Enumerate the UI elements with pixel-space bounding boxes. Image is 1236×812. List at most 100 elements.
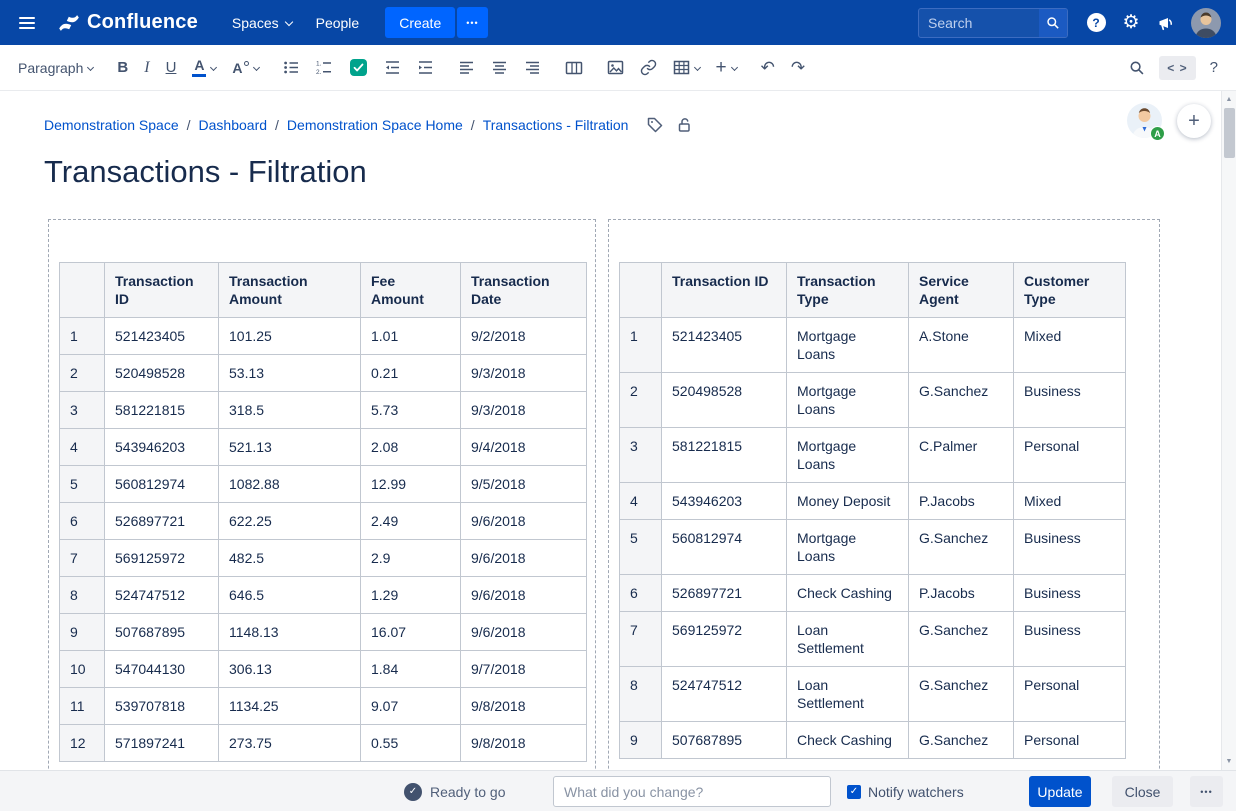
- scrollbar-thumb[interactable]: [1224, 108, 1235, 158]
- scroll-down-arrow[interactable]: ▼: [1222, 754, 1236, 769]
- data-cell[interactable]: 5.73: [361, 392, 461, 429]
- data-cell[interactable]: 521423405: [105, 318, 219, 355]
- column-header[interactable]: Fee Amount: [361, 263, 461, 318]
- data-cell[interactable]: 507687895: [662, 722, 787, 759]
- data-cell[interactable]: 12.99: [361, 466, 461, 503]
- breadcrumb-link[interactable]: Dashboard: [199, 117, 268, 133]
- data-cell[interactable]: 646.5: [219, 577, 361, 614]
- data-cell[interactable]: 1082.88: [219, 466, 361, 503]
- row-number-cell[interactable]: 8: [620, 667, 662, 722]
- help-icon[interactable]: ?: [1082, 9, 1110, 37]
- data-cell[interactable]: 9/7/2018: [461, 651, 587, 688]
- data-cell[interactable]: Money Deposit: [787, 483, 909, 520]
- nav-spaces[interactable]: Spaces: [220, 9, 304, 37]
- data-cell[interactable]: 526897721: [662, 575, 787, 612]
- data-cell[interactable]: G.Sanchez: [909, 373, 1014, 428]
- row-number-cell[interactable]: 11: [60, 688, 105, 725]
- data-cell[interactable]: 273.75: [219, 725, 361, 762]
- source-editor-button[interactable]: < >: [1159, 56, 1195, 80]
- data-cell[interactable]: 9/2/2018: [461, 318, 587, 355]
- data-cell[interactable]: 9.07: [361, 688, 461, 725]
- italic-button[interactable]: I: [144, 60, 149, 76]
- data-cell[interactable]: 9/6/2018: [461, 503, 587, 540]
- change-comment-input[interactable]: [553, 776, 831, 807]
- create-button[interactable]: Create: [385, 7, 455, 38]
- footer-more-button[interactable]: •••: [1190, 776, 1223, 807]
- data-cell[interactable]: Mixed: [1014, 483, 1126, 520]
- row-number-cell[interactable]: 3: [60, 392, 105, 429]
- data-cell[interactable]: 2.49: [361, 503, 461, 540]
- data-cell[interactable]: Loan Settlement: [787, 667, 909, 722]
- indent-button[interactable]: [417, 59, 434, 76]
- breadcrumb-link[interactable]: Transactions - Filtration: [483, 117, 629, 133]
- data-cell[interactable]: 507687895: [105, 614, 219, 651]
- paragraph-style-dropdown[interactable]: Paragraph: [18, 61, 93, 75]
- data-cell[interactable]: A.Stone: [909, 318, 1014, 373]
- close-button[interactable]: Close: [1112, 776, 1173, 807]
- row-number-cell[interactable]: 10: [60, 651, 105, 688]
- data-cell[interactable]: 543946203: [105, 429, 219, 466]
- column-header[interactable]: Transaction ID: [105, 263, 219, 318]
- data-cell[interactable]: 9/4/2018: [461, 429, 587, 466]
- outdent-button[interactable]: [384, 59, 401, 76]
- data-cell[interactable]: 560812974: [105, 466, 219, 503]
- data-cell[interactable]: 0.55: [361, 725, 461, 762]
- data-cell[interactable]: Check Cashing: [787, 575, 909, 612]
- insert-table-button[interactable]: [673, 59, 700, 76]
- row-number-cell[interactable]: 7: [60, 540, 105, 577]
- breadcrumb-link[interactable]: Demonstration Space Home: [287, 117, 463, 133]
- align-left-button[interactable]: [458, 59, 475, 76]
- task-list-button[interactable]: [349, 58, 368, 77]
- data-cell[interactable]: 622.25: [219, 503, 361, 540]
- data-cell[interactable]: 53.13: [219, 355, 361, 392]
- data-cell[interactable]: Personal: [1014, 722, 1126, 759]
- row-number-cell[interactable]: 5: [620, 520, 662, 575]
- column-header[interactable]: Service Agent: [909, 263, 1014, 318]
- data-cell[interactable]: 571897241: [105, 725, 219, 762]
- data-cell[interactable]: 9/3/2018: [461, 355, 587, 392]
- vertical-scrollbar[interactable]: ▲ ▼: [1221, 91, 1236, 770]
- text-color-button[interactable]: A: [192, 58, 216, 77]
- data-cell[interactable]: 9/3/2018: [461, 392, 587, 429]
- data-cell[interactable]: 9/8/2018: [461, 688, 587, 725]
- data-cell[interactable]: 0.21: [361, 355, 461, 392]
- row-number-cell[interactable]: 4: [60, 429, 105, 466]
- data-cell[interactable]: 9/6/2018: [461, 614, 587, 651]
- data-cell[interactable]: 318.5: [219, 392, 361, 429]
- data-cell[interactable]: 521.13: [219, 429, 361, 466]
- data-cell[interactable]: 539707818: [105, 688, 219, 725]
- data-cell[interactable]: Business: [1014, 520, 1126, 575]
- data-cell[interactable]: Check Cashing: [787, 722, 909, 759]
- data-cell[interactable]: 1148.13: [219, 614, 361, 651]
- data-cell[interactable]: P.Jacobs: [909, 483, 1014, 520]
- undo-button[interactable]: ↶: [761, 59, 775, 76]
- align-right-button[interactable]: [524, 59, 541, 76]
- data-cell[interactable]: Mortgage Loans: [787, 428, 909, 483]
- data-cell[interactable]: G.Sanchez: [909, 667, 1014, 722]
- nav-people[interactable]: People: [304, 9, 372, 37]
- row-number-cell[interactable]: 1: [60, 318, 105, 355]
- data-cell[interactable]: 482.5: [219, 540, 361, 577]
- data-cell[interactable]: Business: [1014, 612, 1126, 667]
- data-cell[interactable]: 2.08: [361, 429, 461, 466]
- row-number-cell[interactable]: 7: [620, 612, 662, 667]
- data-cell[interactable]: Business: [1014, 575, 1126, 612]
- find-replace-button[interactable]: [1129, 60, 1145, 76]
- numbered-list-button[interactable]: 1.2.: [316, 59, 333, 76]
- data-cell[interactable]: 520498528: [662, 373, 787, 428]
- data-cell[interactable]: 1.29: [361, 577, 461, 614]
- breadcrumb-link[interactable]: Demonstration Space: [44, 117, 179, 133]
- column-header[interactable]: [60, 263, 105, 318]
- app-menu-icon[interactable]: [15, 13, 39, 33]
- data-cell[interactable]: 547044130: [105, 651, 219, 688]
- data-cell[interactable]: 524747512: [105, 577, 219, 614]
- data-cell[interactable]: 569125972: [662, 612, 787, 667]
- page-title[interactable]: Transactions - Filtration: [44, 154, 1221, 190]
- row-number-cell[interactable]: 6: [620, 575, 662, 612]
- checkbox-checked-icon[interactable]: ✓: [847, 785, 861, 799]
- confluence-logo[interactable]: Confluence: [57, 11, 198, 35]
- column-header[interactable]: Transaction Amount: [219, 263, 361, 318]
- create-more-button[interactable]: •••: [457, 7, 487, 38]
- data-cell[interactable]: 569125972: [105, 540, 219, 577]
- bold-button[interactable]: B: [117, 60, 128, 75]
